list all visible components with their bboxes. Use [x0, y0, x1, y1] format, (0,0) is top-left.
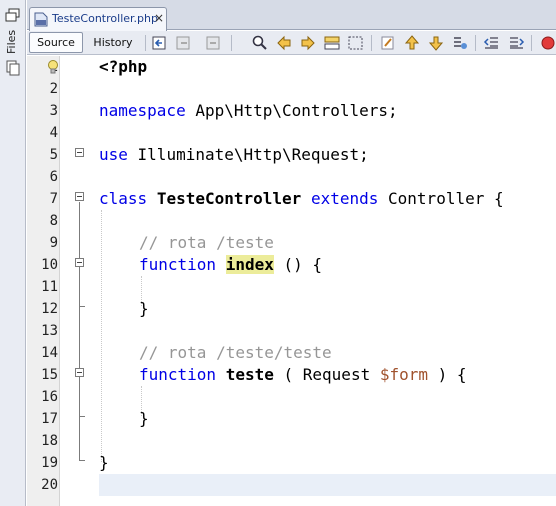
editor-tabbar: TesteController.php ×	[27, 0, 556, 31]
fold-end-marker	[79, 460, 85, 461]
toggle-bookmark-icon[interactable]	[379, 34, 397, 52]
shift-right-icon[interactable]	[507, 34, 525, 52]
fold-toggle-icon[interactable]	[75, 368, 84, 377]
fold-toggle-icon[interactable]	[75, 258, 84, 267]
back-icon[interactable]	[175, 34, 193, 52]
line-number: 14	[41, 345, 58, 361]
line-number: 3	[49, 103, 58, 119]
code-line-10[interactable]: function index () {	[139, 254, 322, 276]
code-line-1[interactable]: <?php	[99, 56, 147, 78]
files-panel-label[interactable]: Files	[2, 28, 22, 56]
line-number: 9	[49, 235, 58, 251]
line-number: 8	[49, 213, 58, 229]
params-index: () {	[273, 255, 323, 274]
editor-toolbar: Source History	[27, 31, 556, 55]
forward-icon[interactable]	[205, 34, 223, 52]
toolbar-separator	[475, 35, 476, 51]
line-number: 16	[41, 389, 58, 405]
fold-toggle-icon[interactable]	[75, 192, 84, 201]
line-number: 10	[41, 257, 58, 273]
class-name: TesteController	[156, 189, 302, 208]
keyword-function: function	[139, 255, 217, 274]
code-line-15[interactable]: function teste ( Request $form ) {	[139, 364, 467, 386]
function-name-index: index	[225, 255, 274, 274]
fold-end-marker	[79, 416, 85, 417]
editor-pane: TesteController.php × Source History 2 3…	[27, 0, 556, 506]
keyword-extends: extends	[310, 189, 379, 208]
line-number: 12	[41, 301, 58, 317]
line-number: 20	[41, 477, 58, 493]
parent-class: Controller {	[378, 189, 504, 208]
close-tab-icon[interactable]: ×	[154, 11, 164, 25]
param-close: ) {	[428, 365, 467, 384]
keyword-use: use	[99, 145, 128, 164]
code-line-9[interactable]: // rota /teste	[139, 232, 274, 254]
toolbar-separator	[231, 35, 232, 51]
fold-end-marker	[79, 306, 85, 307]
shift-line-icon[interactable]	[451, 34, 469, 52]
indent-guide	[101, 210, 102, 462]
start-macro-icon[interactable]	[539, 34, 556, 52]
line-number: 5	[49, 147, 58, 163]
php-file-icon	[34, 12, 48, 27]
toolbar-separator	[371, 35, 372, 51]
line-number: 6	[49, 169, 58, 185]
find-next-icon[interactable]	[299, 34, 317, 52]
use-path: Illuminate\Http\Request;	[127, 145, 369, 164]
toolbar-separator	[531, 35, 532, 51]
current-line-highlight[interactable]	[99, 474, 556, 496]
code-line-3[interactable]: namespace App\Http\Controllers;	[99, 100, 398, 122]
code-line-7[interactable]: class TesteController extends Controller…	[99, 188, 504, 210]
line-number: 2	[49, 81, 58, 97]
line-number: 7	[49, 191, 58, 207]
param-variable: $form	[379, 365, 429, 384]
keyword-function: function	[139, 365, 217, 384]
fold-toggle-icon[interactable]	[75, 148, 84, 157]
line-number: 15	[41, 367, 58, 383]
code-line-14[interactable]: // rota /teste/teste	[139, 342, 332, 364]
keyword-namespace: namespace	[99, 101, 186, 120]
line-number: 13	[41, 323, 58, 339]
param-type: ( Request	[273, 365, 380, 384]
side-panel-strip: Files	[0, 0, 26, 506]
file-tab-testecontroller[interactable]: TesteController.php ×	[29, 7, 167, 31]
next-bookmark-icon[interactable]	[427, 34, 445, 52]
hint-lightbulb-icon[interactable]	[47, 59, 59, 75]
fold-guide-line	[79, 202, 80, 460]
file-tab-label: TesteController.php	[52, 12, 158, 25]
source-view-button[interactable]: Source	[29, 32, 83, 53]
toggle-highlight-icon[interactable]	[323, 34, 341, 52]
shift-left-icon[interactable]	[483, 34, 501, 52]
previous-bookmark-icon[interactable]	[403, 34, 421, 52]
line-number-gutter: 1 2 3 4 5 6 7 8 9 10 11 12 13 14 15 16 1…	[27, 56, 60, 506]
line-number: 19	[41, 455, 58, 471]
rectangular-selection-icon[interactable]	[347, 34, 365, 52]
last-edit-icon[interactable]	[151, 34, 169, 52]
line-number: 17	[41, 411, 58, 427]
function-name-teste: teste	[225, 365, 274, 384]
namespace-path: App\Http\Controllers;	[185, 101, 398, 120]
code-line-17[interactable]: }	[139, 408, 149, 430]
files-icon[interactable]	[5, 60, 21, 76]
toolbar-separator	[145, 35, 146, 51]
comment-rota-teste-teste: // rota /teste/teste	[139, 343, 332, 362]
keyword-class: class	[99, 189, 148, 208]
find-previous-icon[interactable]	[275, 34, 293, 52]
code-line-12[interactable]: }	[139, 298, 149, 320]
code-line-5[interactable]: use Illuminate\Http\Request;	[99, 144, 369, 166]
line-number: 18	[41, 433, 58, 449]
line-number: 4	[49, 125, 58, 141]
restore-window-icon[interactable]	[5, 8, 21, 22]
line-number: 11	[41, 279, 58, 295]
find-icon[interactable]	[251, 34, 269, 52]
comment-rota-teste: // rota /teste	[139, 233, 274, 252]
history-view-button[interactable]: History	[87, 32, 139, 53]
code-line-19[interactable]: }	[99, 452, 109, 474]
